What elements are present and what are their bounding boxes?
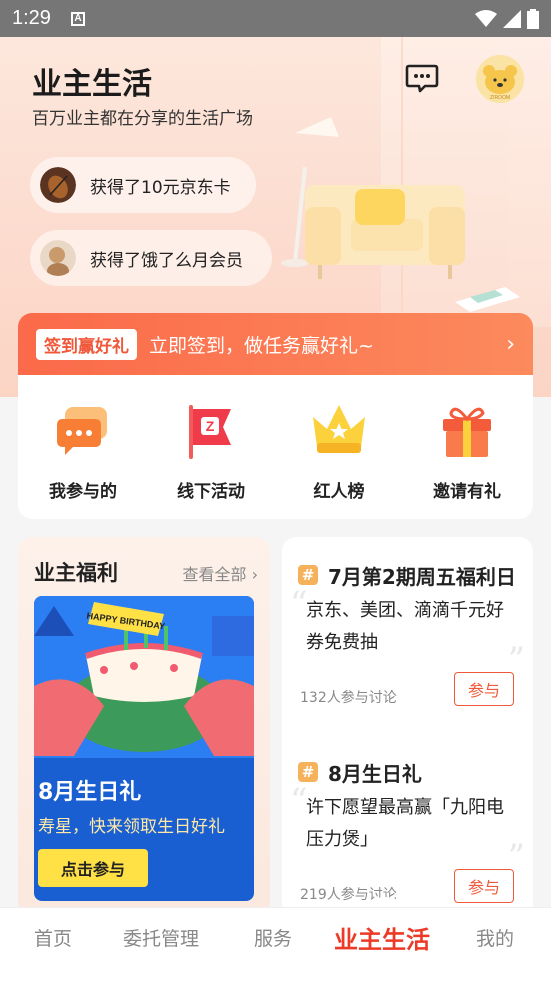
birthday-cake-illustration: HAPPY BIRTHDAY <box>34 596 254 758</box>
sign-in-badge: 签到赢好礼 <box>36 328 137 360</box>
topic-title: 8月生日礼 <box>328 762 422 786</box>
page-title: 业主生活 <box>32 67 152 102</box>
gift-icon <box>443 407 491 457</box>
sofa-illustration <box>281 117 520 312</box>
quote-open-icon: “ <box>290 584 308 624</box>
join-button[interactable]: 参与 <box>454 869 514 903</box>
tab-owner-life[interactable]: 业主生活 <box>334 920 430 955</box>
quick-item-offline[interactable]: Z 线下活动 <box>156 401 266 502</box>
feed-text: 获得了10元京东卡 <box>90 177 231 198</box>
quick-item-label: 邀请有礼 <box>433 482 501 502</box>
topic-count: 132人参与讨论 <box>300 690 397 706</box>
poster-title: 8月生日礼 <box>38 780 142 805</box>
quick-item-participated[interactable]: 我参与的 <box>28 401 138 502</box>
quick-item-label: 红人榜 <box>313 482 365 502</box>
signal-icon <box>503 9 521 28</box>
quote-open-icon: “ <box>290 781 308 821</box>
message-icon[interactable] <box>405 63 439 93</box>
wifi-icon <box>475 9 497 27</box>
feed-item: 获得了10元京东卡 <box>30 157 256 213</box>
user-avatar[interactable]: ZIROOM <box>476 55 524 103</box>
welfare-card: 业主福利 查看全部 › HAPPY BIRTHDAY 8月生日礼 寿星，快来领取… <box>18 537 270 917</box>
feed-text: 获得了饿了么月会员 <box>90 250 243 271</box>
quick-item-invite[interactable]: 邀请有礼 <box>412 401 522 502</box>
sign-in-text: 立即签到，做任务赢好礼~ <box>149 334 374 357</box>
page-subtitle: 百万业主都在分享的生活广场 <box>32 109 253 129</box>
topics-card: # 7月第2期周五福利日 “ 京东、美团、滴滴千元好券免费抽 ” 132人参与讨… <box>282 537 533 917</box>
view-all-link[interactable]: 查看全部 › <box>183 561 259 585</box>
feed-item: 获得了饿了么月会员 <box>30 230 272 286</box>
hashtag-icon: # <box>298 565 318 585</box>
flag-icon: Z <box>189 405 231 459</box>
topic-title: 7月第2期周五福利日 <box>328 565 516 589</box>
welfare-title: 业主福利 <box>34 561 118 585</box>
topic-body: 许下愿望最高赢「九阳电压力煲」 <box>306 797 504 850</box>
bottom-tab-bar: 首页 委托管理 服务 业主生活 我的 <box>0 907 551 981</box>
sign-in-banner[interactable]: 签到赢好礼 立即签到，做任务赢好礼~ › <box>18 313 533 375</box>
tab-entrust[interactable]: 委托管理 <box>123 924 199 951</box>
hashtag-icon: # <box>298 762 318 782</box>
user-avatar-icon <box>40 240 76 276</box>
topic-body: 京东、美团、滴滴千元好券免费抽 <box>306 600 504 653</box>
quick-item-label: 我参与的 <box>49 482 117 502</box>
accessibility-icon: A <box>70 11 85 26</box>
tab-home[interactable]: 首页 <box>34 924 72 951</box>
tab-service[interactable]: 服务 <box>254 924 292 951</box>
svg-text:Z: Z <box>206 418 215 434</box>
quick-item-label: 线下活动 <box>177 482 245 502</box>
battery-icon <box>527 8 539 29</box>
birthday-poster[interactable]: HAPPY BIRTHDAY 8月生日礼 寿星，快来领取生日好礼 点击参与 <box>34 596 254 901</box>
quick-menu: 我参与的 Z 线下活动 红人榜 邀请有礼 <box>18 375 533 519</box>
status-bar: 1:29 A <box>0 0 551 37</box>
chevron-right-icon: › <box>506 331 515 357</box>
tab-mine[interactable]: 我的 <box>476 924 514 951</box>
user-avatar-icon <box>40 167 76 203</box>
crown-icon <box>313 405 365 453</box>
status-time: 1:29 <box>12 7 51 29</box>
chat-bubbles-icon <box>57 407 107 455</box>
join-button[interactable]: 点击参与 <box>38 849 148 887</box>
join-button[interactable]: 参与 <box>454 672 514 706</box>
quick-item-ranking[interactable]: 红人榜 <box>284 401 394 502</box>
poster-subtitle: 寿星，快来领取生日好礼 <box>38 817 225 837</box>
bear-avatar-icon: ZIROOM <box>476 55 524 103</box>
